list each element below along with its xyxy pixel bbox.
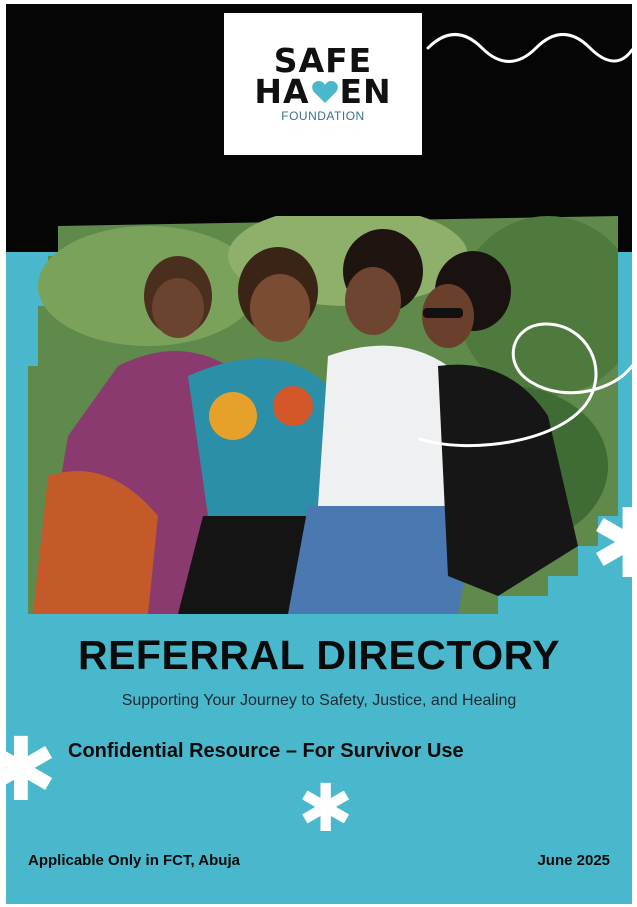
logo-line-2-end: EN (339, 72, 392, 111)
location-note: Applicable Only in FCT, Abuja (28, 852, 240, 869)
logo: SAFE HA EN FOUNDATION (224, 13, 422, 155)
asterisk-decoration-center: ✱ (298, 770, 354, 847)
logo-line-2-start: HA (254, 72, 310, 111)
wave-decoration (426, 33, 632, 63)
logo-subtitle: FOUNDATION (281, 109, 365, 123)
cover-page: SAFE HA EN FOUNDATION ✱ ✱ ✱ REFERRAL DIR… (6, 4, 632, 904)
publication-date: June 2025 (537, 852, 610, 869)
logo-line-2: HA EN (254, 72, 392, 111)
document-subtitle: Supporting Your Journey to Safety, Justi… (121, 692, 517, 709)
confidential-tagline: Confidential Resource – For Survivor Use (68, 740, 464, 762)
heart-icon (311, 80, 338, 103)
document-title: REFERRAL DIRECTORY (77, 632, 561, 678)
asterisk-decoration-right: ✱ (590, 488, 632, 600)
swirl-decoration (418, 322, 632, 448)
asterisk-decoration-left: ✱ (6, 718, 58, 821)
